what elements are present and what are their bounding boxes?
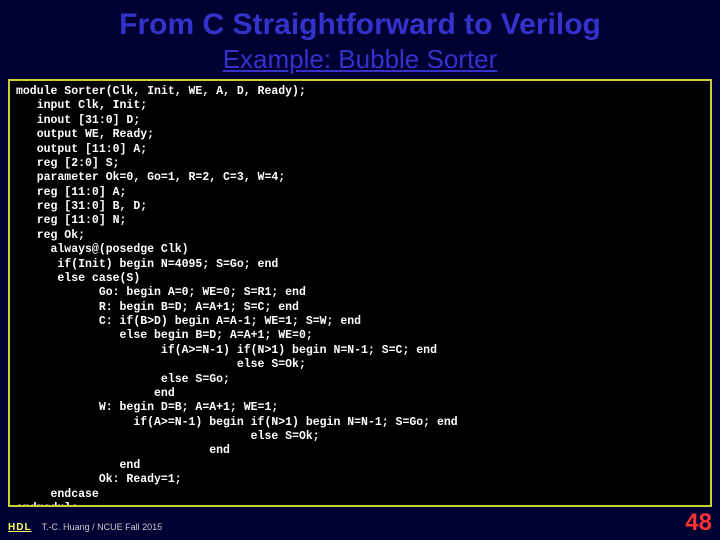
slide-title: From C Straightforward to Verilog [0, 8, 720, 42]
course-tag: HDL [8, 522, 32, 533]
footer-author: T.-C. Huang / NCUE Fall 2015 [42, 522, 163, 532]
verilog-code: module Sorter(Clk, Init, WE, A, D, Ready… [16, 85, 704, 507]
code-container: module Sorter(Clk, Init, WE, A, D, Ready… [8, 79, 712, 507]
slide-title-block: From C Straightforward to Verilog Exampl… [0, 0, 720, 75]
footer-left: HDL T.-C. Huang / NCUE Fall 2015 [8, 522, 162, 533]
slide-subtitle: Example: Bubble Sorter [0, 44, 720, 75]
page-number: 48 [685, 509, 712, 537]
slide-footer: HDL T.-C. Huang / NCUE Fall 2015 48 [8, 509, 712, 537]
